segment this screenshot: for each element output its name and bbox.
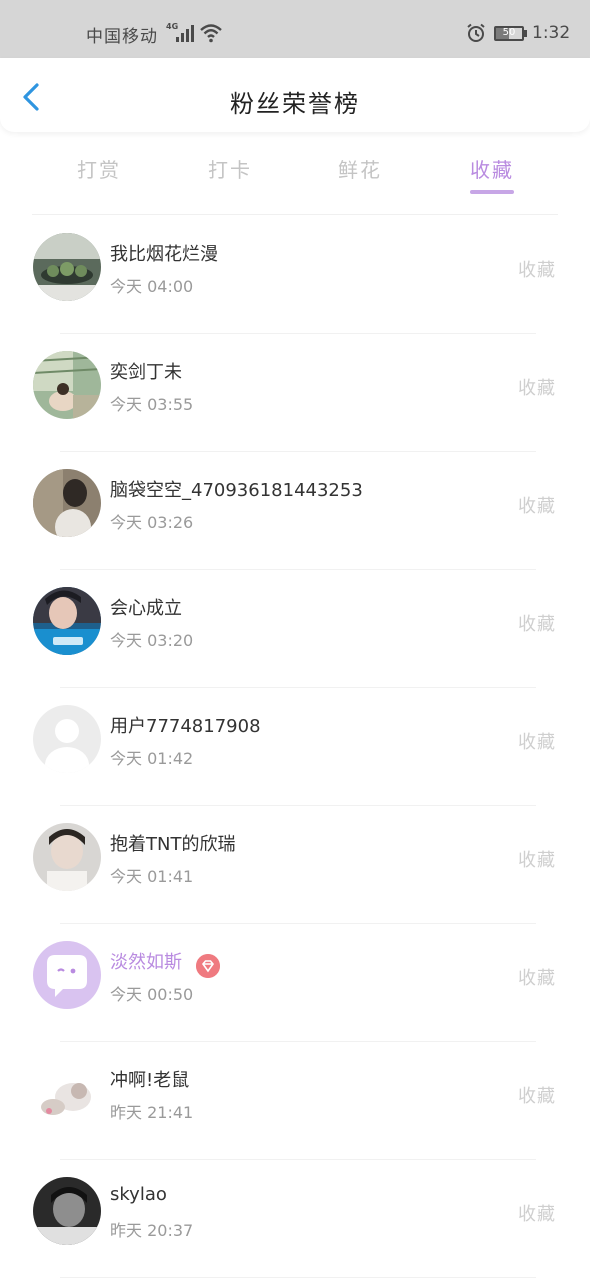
fan-name: 奕剑丁未 — [110, 362, 182, 383]
default-avatar-icon[interactable] — [33, 705, 101, 773]
fan-time: 昨天 20:37 — [110, 1221, 194, 1240]
fan-time: 今天 04:00 — [110, 277, 194, 296]
alarm-icon — [467, 23, 485, 42]
avatar[interactable] — [33, 469, 101, 537]
battery-icon: 50 — [494, 26, 524, 41]
avatar[interactable] — [33, 1059, 101, 1127]
list-item[interactable]: 我比烟花烂漫 今天 04:00 收藏 — [0, 216, 590, 334]
fan-list: 我比烟花烂漫 今天 04:00 收藏 奕剑丁未 今天 03:55 收藏 脑袋空空… — [0, 216, 590, 1278]
fan-time: 今天 01:42 — [110, 749, 194, 768]
fan-time: 今天 03:26 — [110, 513, 194, 532]
fan-time: 今天 03:55 — [110, 395, 194, 414]
action-favorite-label: 收藏 — [518, 968, 556, 989]
list-item[interactable]: 脑袋空空_470936181443253 今天 03:26 收藏 — [0, 452, 590, 570]
battery-percent: 50 — [502, 27, 516, 38]
action-favorite-label: 收藏 — [518, 1204, 556, 1225]
default-chat-avatar-icon[interactable] — [33, 941, 101, 1009]
top-navigation-bar: 粉丝荣誉榜 — [0, 58, 590, 132]
fan-time: 今天 00:50 — [110, 985, 194, 1004]
carrier-name: 中国移动 — [86, 27, 158, 47]
diamond-icon — [196, 954, 220, 978]
wifi-icon — [200, 24, 222, 43]
fan-time: 今天 01:41 — [110, 867, 194, 886]
action-favorite-label: 收藏 — [518, 496, 556, 517]
status-bar: 中国移动 4G 50 1:32 — [0, 0, 590, 58]
list-item[interactable]: skylao 昨天 20:37 收藏 — [0, 1160, 590, 1278]
fan-name: 抱着TNT的欣瑞 — [110, 834, 236, 855]
fan-name: 用户7774817908 — [110, 716, 261, 737]
list-item[interactable]: 用户7774817908 今天 01:42 收藏 — [0, 688, 590, 806]
action-favorite-label: 收藏 — [518, 260, 556, 281]
fan-name: 会心成立 — [110, 598, 182, 619]
list-item[interactable]: 冲啊!老鼠 昨天 21:41 收藏 — [0, 1042, 590, 1160]
action-favorite-label: 收藏 — [518, 614, 556, 635]
action-favorite-label: 收藏 — [518, 378, 556, 399]
avatar[interactable] — [33, 351, 101, 419]
tab-checkin[interactable]: 打卡 — [208, 154, 252, 183]
tabs-divider — [32, 214, 558, 215]
fan-name: 脑袋空空_470936181443253 — [110, 480, 363, 501]
status-time: 1:32 — [532, 23, 571, 43]
action-favorite-label: 收藏 — [518, 850, 556, 871]
fan-time: 今天 03:20 — [110, 631, 194, 650]
tab-flowers[interactable]: 鲜花 — [338, 154, 382, 183]
list-item[interactable]: 会心成立 今天 03:20 收藏 — [0, 570, 590, 688]
fan-time: 昨天 21:41 — [110, 1103, 194, 1122]
list-item[interactable]: 奕剑丁未 今天 03:55 收藏 — [0, 334, 590, 452]
tab-favorites[interactable]: 收藏 — [470, 154, 514, 183]
active-tab-indicator — [470, 190, 514, 194]
fan-name: 冲啊!老鼠 — [110, 1070, 190, 1091]
avatar[interactable] — [33, 823, 101, 891]
avatar[interactable] — [33, 233, 101, 301]
tab-tips[interactable]: 打赏 — [77, 154, 121, 183]
row-divider — [60, 1277, 536, 1278]
avatar[interactable] — [33, 587, 101, 655]
page-title: 粉丝荣誉榜 — [230, 90, 360, 118]
list-item[interactable]: 抱着TNT的欣瑞 今天 01:41 收藏 — [0, 806, 590, 924]
list-item[interactable]: 淡然如斯 今天 00:50 收藏 — [0, 924, 590, 1042]
tab-bar: 打赏 打卡 鲜花 收藏 — [0, 148, 590, 198]
battery-tip — [524, 30, 527, 37]
avatar[interactable] — [33, 1177, 101, 1245]
fan-name: 我比烟花烂漫 — [110, 244, 218, 265]
signal-icon — [176, 25, 196, 42]
fan-name: 淡然如斯 — [110, 952, 182, 973]
fan-name: skylao — [110, 1184, 167, 1205]
action-favorite-label: 收藏 — [518, 1086, 556, 1107]
action-favorite-label: 收藏 — [518, 732, 556, 753]
